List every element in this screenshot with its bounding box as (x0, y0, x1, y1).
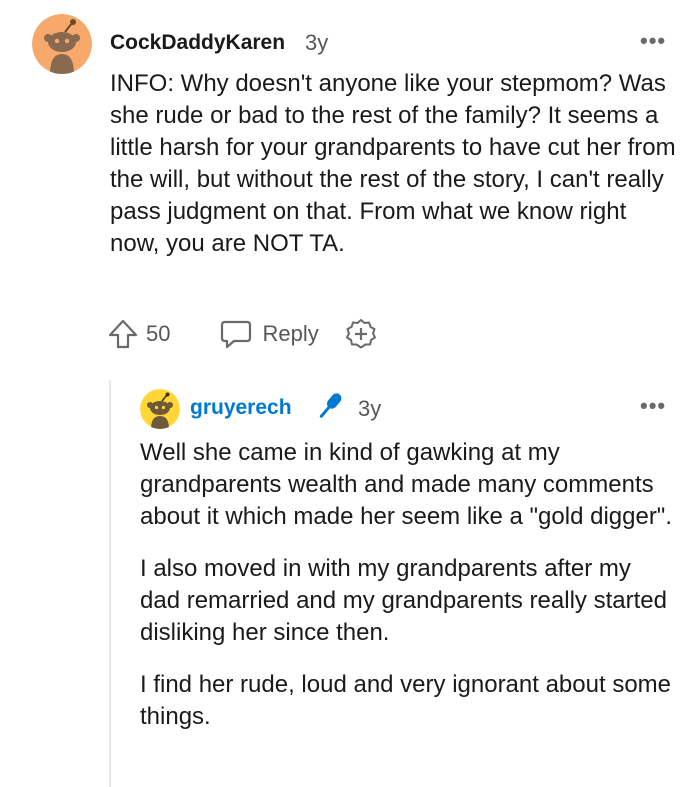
snoo-avatar-icon (32, 14, 92, 74)
reply-paragraph: I also moved in with my grandparents aft… (140, 555, 667, 646)
add-award-icon[interactable] (345, 318, 377, 350)
speech-bubble-icon[interactable] (220, 319, 252, 349)
comment-body: INFO: Why doesn't anyone like your stepm… (110, 68, 680, 260)
microphone-icon (314, 389, 346, 428)
user-avatar[interactable] (32, 14, 92, 74)
reply-button[interactable]: Reply (262, 321, 318, 347)
ellipsis-icon[interactable]: ••• (640, 30, 666, 52)
snoo-avatar-icon (140, 389, 180, 429)
ellipsis-icon[interactable]: ••• (640, 395, 666, 417)
reply-paragraph: I find her rude, loud and very ignorant … (140, 671, 671, 730)
thread-line[interactable] (109, 380, 111, 787)
reply-username[interactable]: gruyerech (190, 396, 292, 420)
reply-user-avatar[interactable] (140, 389, 180, 429)
comment-age: 3y (305, 30, 329, 55)
reply-paragraph: Well she came in kind of gawking at my g… (140, 439, 672, 530)
comment-username[interactable]: CockDaddyKaren (110, 31, 285, 55)
reply-age: 3y (358, 396, 382, 421)
comment-text: INFO: Why doesn't anyone like your stepm… (110, 70, 676, 257)
reply-body: Well she came in kind of gawking at my g… (140, 437, 675, 733)
upvote-arrow-icon[interactable] (108, 318, 138, 350)
comment-actions: 50 Reply (108, 316, 377, 352)
vote-count: 50 (146, 321, 171, 346)
